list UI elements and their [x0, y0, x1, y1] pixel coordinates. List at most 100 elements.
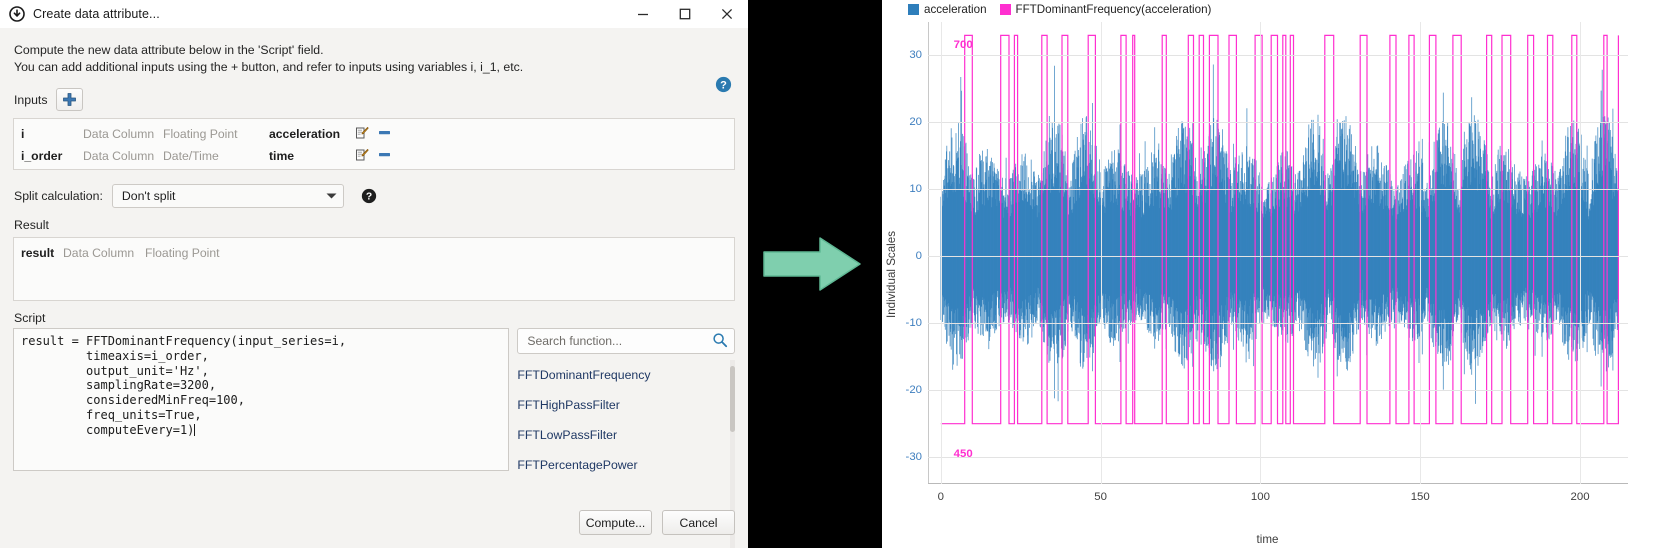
- dialog-title: Create data attribute...: [33, 6, 160, 21]
- edit-pencil-icon[interactable]: [355, 126, 369, 143]
- y-axis-tick-label: -10: [905, 317, 922, 330]
- help-icon[interactable]: ?: [715, 76, 732, 93]
- list-item[interactable]: FFTDominantFrequency: [517, 360, 735, 390]
- gridline-vertical: [1100, 22, 1102, 484]
- screenshot-root: Create data attribute... Compute the new…: [0, 0, 1653, 548]
- split-calculation-row: Split calculation: Don't split ?: [0, 184, 748, 208]
- intro-line-1: Compute the new data attribute below in …: [14, 43, 324, 57]
- list-item[interactable]: FFTPercentagePower: [517, 450, 735, 480]
- list-item[interactable]: FFTLowPassFilter: [517, 420, 735, 450]
- input-variable: i_order: [21, 149, 63, 163]
- legend-label-fft: FFTDominantFrequency(acceleration): [1015, 3, 1212, 16]
- input-row-actions: [355, 126, 391, 143]
- intro-line-2: You can add additional inputs using the …: [14, 60, 524, 74]
- inputs-table: i Data Column Floating Point acceleratio…: [13, 118, 735, 170]
- search-placeholder: Search function...: [527, 334, 623, 348]
- dialog-body: Compute the new data attribute below in …: [0, 28, 748, 548]
- right-arrow-icon: [763, 237, 861, 291]
- script-text: result = FFTDominantFrequency(input_seri…: [21, 334, 347, 437]
- y-axis-tick-label: -20: [905, 384, 922, 397]
- legend-swatch-acceleration: [908, 4, 919, 15]
- input-row-actions: [355, 148, 391, 165]
- edit-pencil-icon[interactable]: [355, 148, 369, 165]
- chart-annotation: 700: [953, 39, 973, 52]
- input-type: Date/Time: [163, 149, 219, 163]
- series-acceleration: [940, 64, 1619, 404]
- split-calculation-select[interactable]: Don't split: [111, 184, 344, 208]
- chevron-down-icon: [326, 189, 337, 203]
- input-type: Floating Point: [163, 127, 238, 141]
- y-axis-tick-label: 30: [909, 49, 922, 62]
- remove-minus-icon[interactable]: [378, 126, 391, 142]
- y-axis-tick-label: 10: [909, 183, 922, 196]
- list-item[interactable]: FFTHighPassFilter: [517, 390, 735, 420]
- chart-plot-area[interactable]: 30 20 10 0 -10 -20 -30 0 50 100 150 200 700 450: [906, 22, 1628, 503]
- legend-item-fft[interactable]: FFTDominantFrequency(acceleration): [999, 3, 1212, 16]
- y-axis-title-text: Individual Scales: [884, 230, 898, 318]
- input-kind: Data Column: [83, 127, 155, 141]
- legend-item-acceleration[interactable]: acceleration: [908, 3, 987, 16]
- gridline-horizontal: [928, 189, 1628, 191]
- chart-legend: acceleration FFTDominantFrequency(accele…: [908, 3, 1217, 16]
- input-kind: Data Column: [83, 149, 155, 163]
- table-row[interactable]: i Data Column Floating Point acceleratio…: [14, 123, 734, 145]
- inputs-header-row: Inputs: [0, 88, 748, 111]
- script-label: Script: [14, 311, 46, 325]
- result-kind: Data Column: [63, 246, 135, 260]
- gridline-vertical: [1580, 22, 1582, 484]
- gridline-vertical: [1420, 22, 1422, 484]
- result-box: result Data Column Floating Point: [13, 237, 735, 301]
- input-value: time: [269, 149, 295, 163]
- time-series-chart: acceleration FFTDominantFrequency(accele…: [882, 0, 1653, 548]
- legend-swatch-fft: [999, 4, 1011, 15]
- maximize-button[interactable]: [664, 0, 706, 28]
- svg-text:?: ?: [366, 191, 372, 202]
- gridline-horizontal: [928, 256, 1628, 258]
- result-row: result Data Column Floating Point: [21, 243, 734, 263]
- remove-minus-icon[interactable]: [378, 148, 391, 164]
- result-type: Floating Point: [145, 246, 220, 260]
- close-button[interactable]: [706, 0, 748, 28]
- gridline-horizontal: [928, 390, 1628, 392]
- table-row[interactable]: i_order Data Column Date/Time time: [14, 145, 734, 167]
- x-axis-tick-label: 150: [1410, 491, 1430, 503]
- dialog-titlebar: Create data attribute...: [0, 0, 748, 28]
- add-input-button[interactable]: [55, 88, 83, 111]
- y-axis-tick-label: -30: [905, 451, 922, 464]
- split-calculation-label: Split calculation:: [14, 189, 103, 203]
- x-axis-tick-label: 100: [1250, 491, 1270, 503]
- input-variable: i: [21, 127, 25, 141]
- chart-annotation: 450: [953, 447, 973, 460]
- gridline-horizontal: [928, 457, 1628, 459]
- window-controls: [622, 0, 748, 28]
- script-input[interactable]: result = FFTDominantFrequency(input_seri…: [13, 328, 510, 471]
- x-axis-tick-label: 0: [937, 491, 944, 503]
- create-data-attribute-dialog: Create data attribute... Compute the new…: [0, 0, 748, 548]
- svg-text:?: ?: [720, 79, 727, 91]
- gridline-horizontal: [928, 55, 1628, 57]
- text-cursor: [194, 423, 196, 436]
- x-axis-title: time: [1256, 533, 1279, 546]
- chart-series-layer: [940, 34, 1619, 425]
- inputs-label: Inputs: [14, 92, 48, 107]
- gridline-vertical: [1260, 22, 1262, 484]
- result-label: Result: [14, 218, 49, 232]
- split-help-icon[interactable]: ?: [361, 188, 378, 205]
- split-calculation-value: Don't split: [121, 189, 176, 203]
- compute-button[interactable]: Compute...: [579, 510, 652, 535]
- legend-label-acceleration: acceleration: [924, 3, 987, 16]
- gridline-horizontal: [928, 122, 1628, 124]
- gridline-horizontal: [928, 323, 1628, 325]
- y-axis-tick-label: 0: [915, 250, 922, 263]
- function-list-scrollbar[interactable]: [730, 366, 735, 432]
- input-value: acceleration: [269, 127, 341, 141]
- cancel-button[interactable]: Cancel: [662, 510, 735, 535]
- minimize-button[interactable]: [622, 0, 664, 28]
- intro-text-block: Compute the new data attribute below in …: [0, 28, 748, 93]
- magnifier-icon[interactable]: [712, 332, 728, 351]
- gridline-vertical: [940, 22, 942, 484]
- x-axis-tick-label: 50: [1094, 491, 1107, 503]
- dialog-buttons: Compute... Cancel: [579, 510, 735, 535]
- search-function-input[interactable]: Search function...: [517, 328, 735, 354]
- x-axis-tick-label: 200: [1570, 491, 1590, 503]
